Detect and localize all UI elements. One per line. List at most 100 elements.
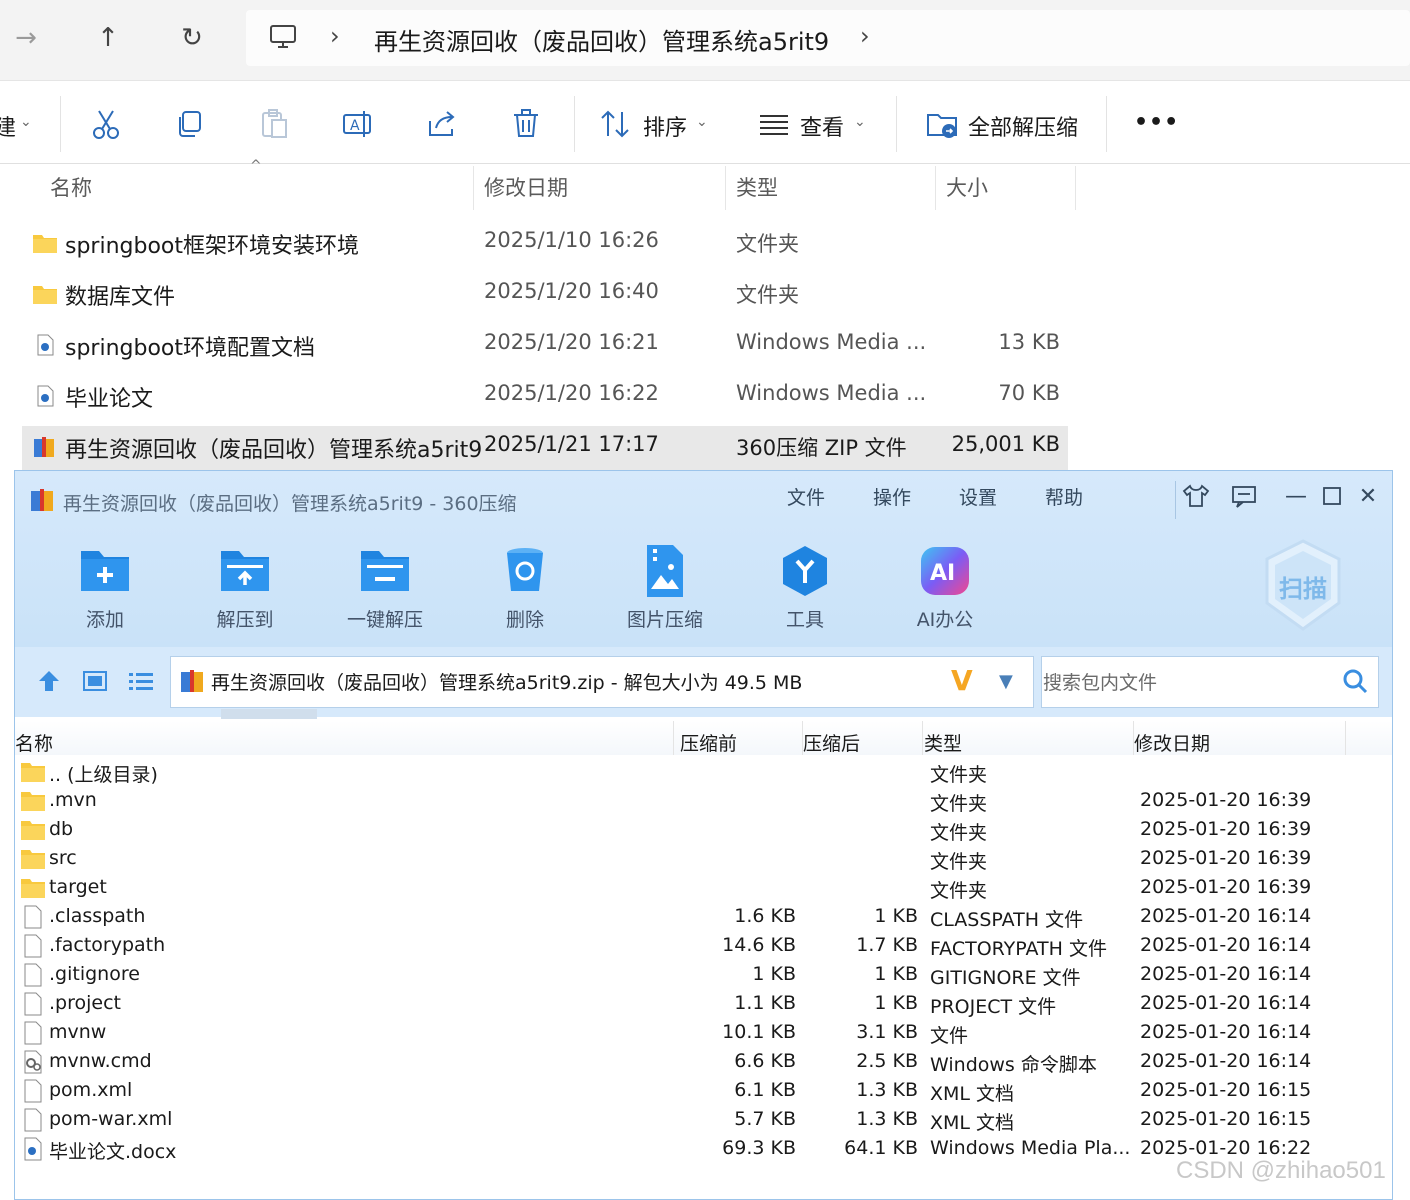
scan-button[interactable]: 扫描 (1263, 539, 1343, 631)
media-file-icon (37, 334, 54, 356)
column-divider[interactable] (1075, 166, 1076, 210)
copy-icon[interactable] (172, 106, 208, 142)
image-compress-button[interactable]: 图片压缩 (601, 539, 721, 639)
toolbar-divider (1106, 96, 1107, 152)
column-divider[interactable] (1345, 721, 1346, 755)
chevron-down-icon[interactable]: ⌄ (696, 114, 708, 130)
chevron-down-icon[interactable]: ⌄ (20, 114, 32, 130)
column-divider[interactable] (725, 166, 726, 210)
archive-entry-modified: 2025-01-20 16:15 (1140, 1079, 1312, 1101)
archive-row[interactable]: .mvn 文件夹 2025-01-20 16:39 (15, 787, 1392, 816)
chevron-down-icon[interactable]: ⌄ (854, 114, 866, 130)
extract-to-button[interactable]: 解压到 (181, 539, 301, 639)
paste-icon[interactable] (256, 106, 292, 142)
toolbar-divider (896, 96, 897, 152)
maximize-icon[interactable] (1317, 481, 1347, 511)
column-header-modified[interactable]: 修改日期 (484, 172, 568, 202)
archive-row[interactable]: .gitignore 1 KB 1 KB GITIGNORE 文件 2025-0… (15, 961, 1392, 990)
sort-icon[interactable] (598, 106, 634, 142)
one-click-extract-button[interactable]: 一键解压 (321, 539, 441, 639)
column-header-modified[interactable]: 修改日期 (1134, 729, 1210, 756)
vip-badge-icon[interactable]: V (951, 664, 973, 697)
this-pc-icon[interactable] (268, 22, 298, 52)
archive-row[interactable]: .classpath 1.6 KB 1 KB CLASSPATH 文件 2025… (15, 903, 1392, 932)
add-button[interactable]: 添加 (41, 539, 161, 639)
column-divider[interactable] (673, 721, 674, 755)
column-header-type[interactable]: 类型 (924, 729, 962, 756)
archive-row[interactable]: pom-war.xml 5.7 KB 1.3 KB XML 文档 2025-01… (15, 1106, 1392, 1135)
column-header-name[interactable]: 名称 (15, 729, 53, 756)
minimize-icon[interactable]: — (1281, 481, 1311, 511)
archive-row[interactable]: .factorypath 14.6 KB 1.7 KB FACTORYPATH … (15, 932, 1392, 961)
file-name: springboot环境配置文档 (65, 336, 316, 361)
archive-row[interactable]: mvnw 10.1 KB 3.1 KB 文件 2025-01-20 16:14 (15, 1019, 1392, 1048)
toolbar-divider (574, 96, 575, 152)
archive-row[interactable]: .. (上级目录) 文件夹 (15, 758, 1392, 787)
menu-operation[interactable]: 操作 (873, 483, 911, 510)
zip-archive-icon (31, 489, 53, 511)
cut-icon[interactable] (88, 106, 124, 142)
up-level-arrow-icon[interactable] (35, 669, 63, 693)
sort-button-label[interactable]: 排序 (643, 110, 687, 142)
svg-text:AI: AI (930, 561, 955, 586)
file-icon (24, 1021, 42, 1045)
file-row[interactable]: springboot环境配置文档 2025/1/20 16:21 Windows… (22, 324, 1068, 368)
up-arrow-icon[interactable]: ↑ (88, 18, 128, 58)
archive-row[interactable]: db 文件夹 2025-01-20 16:39 (15, 816, 1392, 845)
column-header-name[interactable]: 名称 (50, 172, 92, 202)
archive-entry-name: .project (49, 992, 121, 1014)
column-divider[interactable] (935, 166, 936, 210)
share-icon[interactable] (424, 106, 460, 142)
skin-shirt-icon[interactable] (1181, 481, 1211, 511)
forward-arrow-icon[interactable]: → (6, 18, 46, 58)
column-header-before[interactable]: 压缩前 (680, 729, 737, 756)
column-header-size[interactable]: 大小 (946, 172, 988, 202)
refresh-icon[interactable]: ↻ (172, 18, 212, 58)
list-view-icon[interactable] (127, 669, 155, 693)
menu-help[interactable]: 帮助 (1045, 483, 1083, 510)
new-button-label[interactable]: 建 (0, 110, 16, 142)
menu-settings[interactable]: 设置 (959, 483, 997, 510)
delete-button[interactable]: 删除 (461, 539, 581, 639)
archive-row[interactable]: mvnw.cmd 6.6 KB 2.5 KB Windows 命令脚本 2025… (15, 1048, 1392, 1077)
file-row[interactable]: springboot框架环境安装环境 2025/1/10 16:26 文件夹 (22, 222, 1068, 266)
tools-button[interactable]: 工具 (741, 539, 861, 639)
column-header-type[interactable]: 类型 (736, 172, 778, 202)
archive-entry-modified: 2025-01-20 16:14 (1140, 963, 1312, 985)
column-header-after[interactable]: 压缩后 (803, 729, 860, 756)
more-options-button[interactable]: ••• (1134, 110, 1179, 135)
extract-folder-icon (221, 551, 269, 591)
feedback-icon[interactable] (1229, 481, 1259, 511)
path-dropdown-icon[interactable]: ▼ (999, 671, 1013, 692)
menu-file[interactable]: 文件 (787, 483, 825, 510)
archive-row[interactable]: src 文件夹 2025-01-20 16:39 (15, 845, 1392, 874)
file-row-selected[interactable]: 再生资源回收（废品回收）管理系统a5rit9 2025/1/21 17:17 3… (22, 426, 1068, 470)
breadcrumb-chevron-icon[interactable]: › (860, 22, 870, 50)
search-icon[interactable] (1341, 667, 1369, 695)
file-row[interactable]: 数据库文件 2025/1/20 16:40 文件夹 (22, 273, 1068, 317)
file-modified: 2025/1/20 16:22 (484, 381, 659, 405)
archive-row[interactable]: pom.xml 6.1 KB 1.3 KB XML 文档 2025-01-20 … (15, 1077, 1392, 1106)
close-icon[interactable]: ✕ (1353, 481, 1383, 511)
thumbnail-view-icon[interactable] (81, 669, 109, 693)
archive-entry-name: pom.xml (49, 1079, 133, 1101)
column-divider[interactable] (473, 166, 474, 210)
ai-office-button[interactable]: AI AI办公 (881, 539, 1001, 639)
file-type: Windows Media ... (736, 381, 927, 405)
column-divider[interactable] (922, 721, 923, 755)
extract-all-button-label[interactable]: 全部解压缩 (968, 110, 1078, 142)
breadcrumb-current-folder[interactable]: 再生资源回收（废品回收）管理系统a5rit9 (374, 22, 829, 57)
delete-icon[interactable] (508, 106, 544, 142)
breadcrumb-chevron-icon[interactable]: › (330, 22, 340, 50)
rename-icon[interactable]: A (340, 106, 376, 142)
extract-all-icon[interactable] (924, 106, 960, 142)
search-placeholder[interactable]: 搜索包内文件 (1043, 668, 1157, 695)
archive-entry-modified: 2025-01-20 16:39 (1140, 876, 1312, 898)
view-button-label[interactable]: 查看 (800, 110, 844, 142)
archive-entry-name: .mvn (49, 789, 97, 811)
archive-entry-type: 文件夹 (930, 880, 988, 902)
archive-row[interactable]: target 文件夹 2025-01-20 16:39 (15, 874, 1392, 903)
file-row[interactable]: 毕业论文 2025/1/20 16:22 Windows Media ... 7… (22, 375, 1068, 419)
view-list-icon[interactable] (756, 106, 792, 142)
archive-row[interactable]: .project 1.1 KB 1 KB PROJECT 文件 2025-01-… (15, 990, 1392, 1019)
